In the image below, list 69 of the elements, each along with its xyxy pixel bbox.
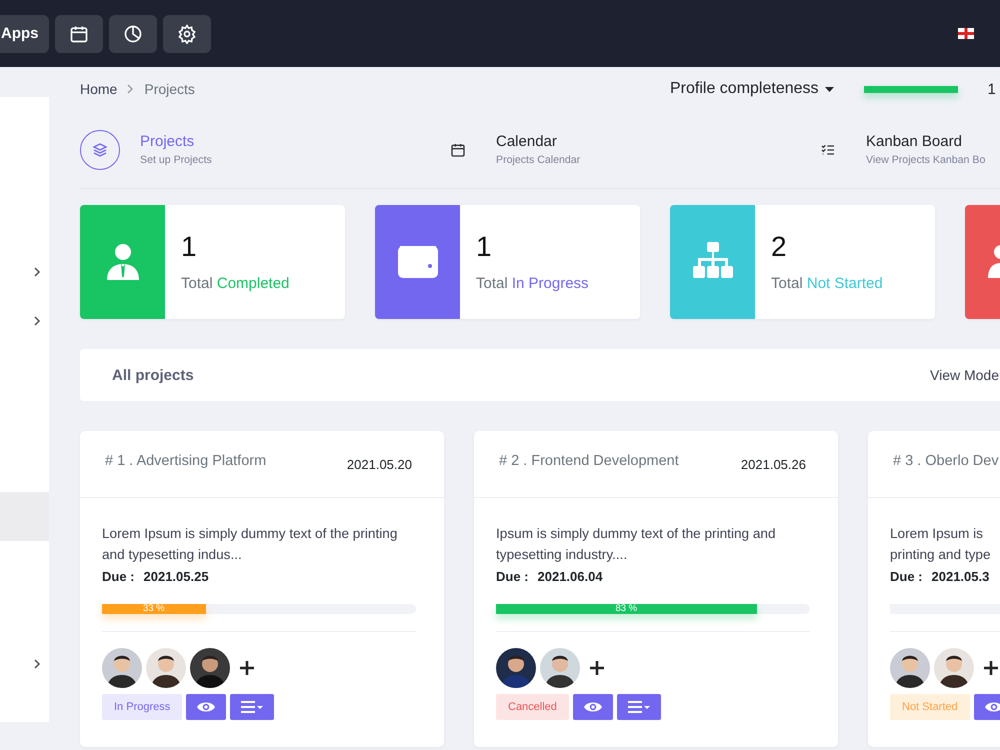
profile-completeness-dropdown[interactable]: Profile completeness [670,80,819,98]
due-label: Due : [102,569,134,584]
status-badge: Cancelled [496,694,569,720]
section-title: All projects [111,366,195,384]
project-title[interactable]: # 2 . Frontend Development [499,453,679,469]
pie-chart-icon [123,24,143,44]
view-mode-dropdown[interactable]: View Mode [930,367,1000,383]
project-description: printing and type [890,546,992,564]
caret-icon[interactable] [824,86,834,92]
due-date: 2021.05.3 [932,569,990,584]
status-badge: In Progress [102,694,182,720]
chevron-icon[interactable] [34,658,41,668]
breadcrumb-current: Projects [144,81,195,97]
due-label: Due : [890,569,922,584]
nav-link[interactable]: Calendar [496,133,580,150]
calendar-icon [69,24,89,44]
stat-value: 1 [181,231,198,263]
project-description: Lorem Ipsum is simply dummy text of the printing and typesetting indus... [102,525,398,564]
eye-icon [984,701,1000,713]
menu-icon [628,701,650,713]
percentage-text: 1 [988,80,996,98]
user-icon [106,244,138,280]
due-date: 2021.05.25 [144,569,209,584]
nav-link[interactable]: Projects [140,133,212,150]
add-member-icon[interactable] [984,661,998,675]
calendar-icon [450,142,466,158]
project-description: Lorem Ipsum is [890,525,984,543]
chart-button[interactable] [109,14,157,52]
chevron-icon [127,84,134,94]
eye-icon [584,701,602,713]
calendar-button[interactable] [55,14,103,52]
settings-button[interactable] [163,14,211,52]
chevron-icon[interactable] [34,266,41,276]
due-date: 2021.06.04 [538,569,603,584]
stat-value: 2 [771,231,788,263]
breadcrumb-link[interactable]: Home [80,81,118,97]
project-title[interactable]: # 1 . Advertising Platform [105,453,266,469]
project-date: 2021.05.20 [346,456,412,472]
wallet-icon [398,246,438,278]
view-button[interactable] [186,694,226,720]
apps-button[interactable]: Apps [0,14,49,52]
add-member-icon[interactable] [240,661,254,675]
stat-label: Total In Progress [476,275,589,292]
flag-icon[interactable] [958,28,974,39]
hierarchy-icon [692,242,732,278]
nav-subtitle: Projects Calendar [496,154,580,166]
nav-subtitle: Set up Projects [140,154,212,166]
stat-label: Total Not Started [771,275,883,292]
stat-value: 1 [476,231,493,263]
project-description: Ipsum is simply dummy text of the printing and typesetting industry.... [496,525,777,564]
project-date: 2021.05.26 [740,456,806,472]
menu-button[interactable] [616,694,661,720]
menu-icon [241,701,264,713]
menu-button[interactable] [230,694,274,720]
chevron-icon[interactable] [34,316,41,326]
status-badge: Not Started [890,694,970,720]
due-label: Due : [496,569,528,584]
users-icon [988,245,1000,278]
add-member-icon[interactable] [590,661,604,675]
view-button[interactable] [572,694,613,720]
progress-label: 33 % [142,604,165,614]
nav-link[interactable]: Kanban Board [866,133,986,150]
settings-icon [177,24,197,44]
nav-subtitle: View Projects Kanban Bo [866,154,986,166]
progress-label: 83 % [615,604,638,614]
eye-icon [197,701,216,713]
layers-icon [91,140,109,158]
project-title[interactable]: # 3 . Oberlo Dev [893,453,999,469]
stat-label: Total Completed [181,275,290,292]
